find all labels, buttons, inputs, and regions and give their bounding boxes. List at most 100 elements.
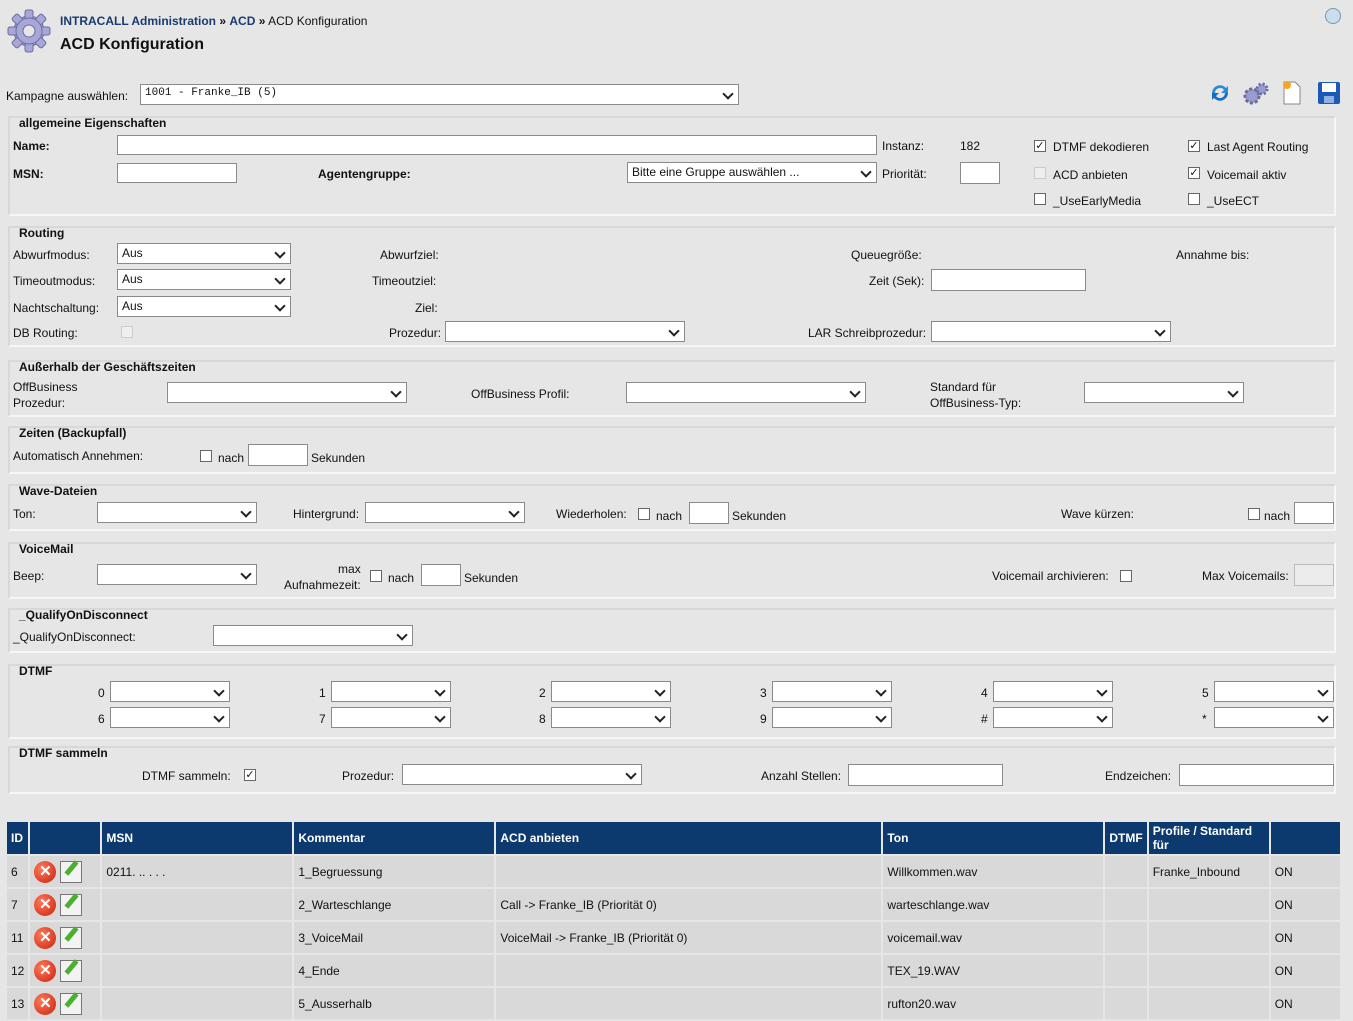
dtmf-legend: DTMF [19,664,53,678]
offbusiness-typ-select[interactable] [1084,382,1244,403]
max-voicemails-input[interactable] [1294,564,1334,586]
max-aufnahmezeit-checkbox[interactable] [370,570,382,582]
refresh-icon[interactable] [1208,81,1232,105]
wiederholen-seconds-input[interactable] [689,502,729,524]
edit-icon[interactable] [60,992,83,1015]
prio-input[interactable] [960,162,1000,184]
max-aufnahmezeit-input[interactable] [421,564,461,586]
dtmf-key-select[interactable] [772,681,892,702]
ton-select[interactable] [97,502,257,523]
delete-icon[interactable]: ✕ [34,992,57,1015]
column-header: ID [7,822,29,856]
annahme-label: Annahme bis: [1176,248,1250,262]
table-cell: VoiceMail -> Franke_IB (Priorität 0) [496,922,882,955]
wave-kuerzen-input[interactable] [1294,502,1334,524]
dtmf-sammeln-legend: DTMF sammeln [19,746,108,760]
general-legend: allgemeine Eigenschaften [19,116,167,130]
timeoutmodus-select[interactable]: Aus [117,269,291,290]
table-cell [1148,889,1269,922]
breadcrumb-intracall[interactable]: INTRACALL Administration [60,14,216,28]
dtmf-sammeln-checkbox[interactable]: ✓ [244,769,256,781]
edit-icon[interactable] [60,893,83,916]
dtmf-decode-checkbox[interactable]: ✓ [1034,140,1046,152]
dtmf-key-select[interactable] [110,707,230,728]
dtmf-key-select[interactable] [772,707,892,728]
dtmf-key-select[interactable] [1214,707,1334,728]
nach-label: nach [656,509,683,523]
dtmf-key-label: 1 [319,686,326,700]
dtmf-key-select[interactable] [551,707,671,728]
save-icon[interactable] [1316,80,1342,106]
table-cell: ON [1270,856,1340,889]
db-routing-checkbox[interactable] [121,326,133,338]
column-header: ACD anbieten [496,822,882,856]
hintergrund-label: Hintergrund: [293,507,360,521]
column-header [1270,822,1340,856]
column-header: Ton [883,822,1104,856]
voicemail-legend: VoiceMail [19,542,74,556]
column-header: Kommentar [294,822,495,856]
table-cell: 5_Ausserhalb [294,988,495,1021]
beep-select[interactable] [97,564,257,585]
delete-icon[interactable]: ✕ [34,926,57,949]
dtmf-key-select[interactable] [331,681,451,702]
nachtschaltung-select[interactable]: Aus [117,296,291,317]
dtmf-key-select[interactable] [993,707,1113,728]
offbusiness-prozedur-select[interactable] [167,382,407,403]
dtmf-key-select[interactable] [551,681,671,702]
table-cell: 1_Begruessung [294,856,495,889]
anzahl-stellen-input[interactable] [848,764,1003,786]
abwurfmodus-select[interactable]: Aus [117,243,291,264]
hintergrund-select[interactable] [365,502,525,523]
endzeichen-input[interactable] [1179,764,1334,786]
use-ect-checkbox[interactable] [1188,193,1200,205]
table-cell: 4_Ende [294,955,495,988]
offbusiness-profil-select[interactable] [626,382,866,403]
edit-icon[interactable] [60,926,83,949]
new-document-icon[interactable] [1281,80,1303,106]
instanz-value: 182 [960,139,981,153]
voicemail-archiv-checkbox[interactable] [1120,570,1132,582]
settings-icon[interactable] [1243,81,1269,105]
help-icon[interactable] [1325,8,1341,24]
edit-icon[interactable] [60,860,83,883]
auto-annehmen-seconds-input[interactable] [248,444,308,466]
delete-icon[interactable]: ✕ [34,959,57,982]
msn-input[interactable] [117,163,237,183]
prozedur-select[interactable] [445,321,685,342]
table-row: 13 ✕ 5_Ausserhalb rufton20.wav ON [7,988,1340,1021]
edit-icon[interactable] [60,959,83,982]
nach-label: nach [388,571,415,585]
db-routing-label: DB Routing: [13,326,78,340]
qualify-select[interactable] [213,625,413,646]
delete-icon[interactable]: ✕ [34,860,57,883]
voicemail-aktiv-checkbox[interactable]: ✓ [1188,167,1200,179]
dtmf-key-select[interactable] [993,681,1113,702]
name-input[interactable] [117,135,877,155]
wave-kuerzen-checkbox[interactable] [1248,508,1260,520]
nach-label: nach [1264,509,1291,523]
dtmf-key-select[interactable] [110,681,230,702]
agentgroup-select[interactable]: Bitte eine Gruppe auswählen ... [627,162,877,183]
lar-select[interactable] [931,321,1171,342]
zeit-input[interactable] [931,269,1086,291]
row-actions: ✕ [30,955,101,988]
acd-anbieten-label: ACD anbieten [1053,168,1128,182]
table-row: 7 ✕ 2_Warteschlange Call -> Franke_IB (Prio… [7,889,1340,922]
acd-anbieten-checkbox[interactable] [1034,167,1046,179]
dtmf-key-select[interactable] [331,707,451,728]
dtmf-sammeln-label: DTMF sammeln: [142,769,231,783]
last-agent-routing-checkbox[interactable]: ✓ [1188,140,1200,152]
breadcrumb-acd[interactable]: ACD [229,14,255,28]
delete-icon[interactable]: ✕ [34,893,57,916]
acd-table: ID MSN Kommentar ACD anbieten Ton DTMF Profile… [5,822,1342,1021]
dtmf-key-select[interactable] [1214,681,1334,702]
use-early-media-checkbox[interactable] [1034,193,1046,205]
wiederholen-checkbox[interactable] [638,508,650,520]
voicemail-aktiv-label: Voicemail aktiv [1207,168,1287,182]
auto-annehmen-checkbox[interactable] [200,450,212,462]
dtmf-prozedur-select[interactable] [402,764,642,785]
campaign-select[interactable]: 1001 - Franke_IB (5) [140,84,739,105]
row-actions: ✕ [30,889,101,922]
table-cell: 2_Warteschlange [294,889,495,922]
